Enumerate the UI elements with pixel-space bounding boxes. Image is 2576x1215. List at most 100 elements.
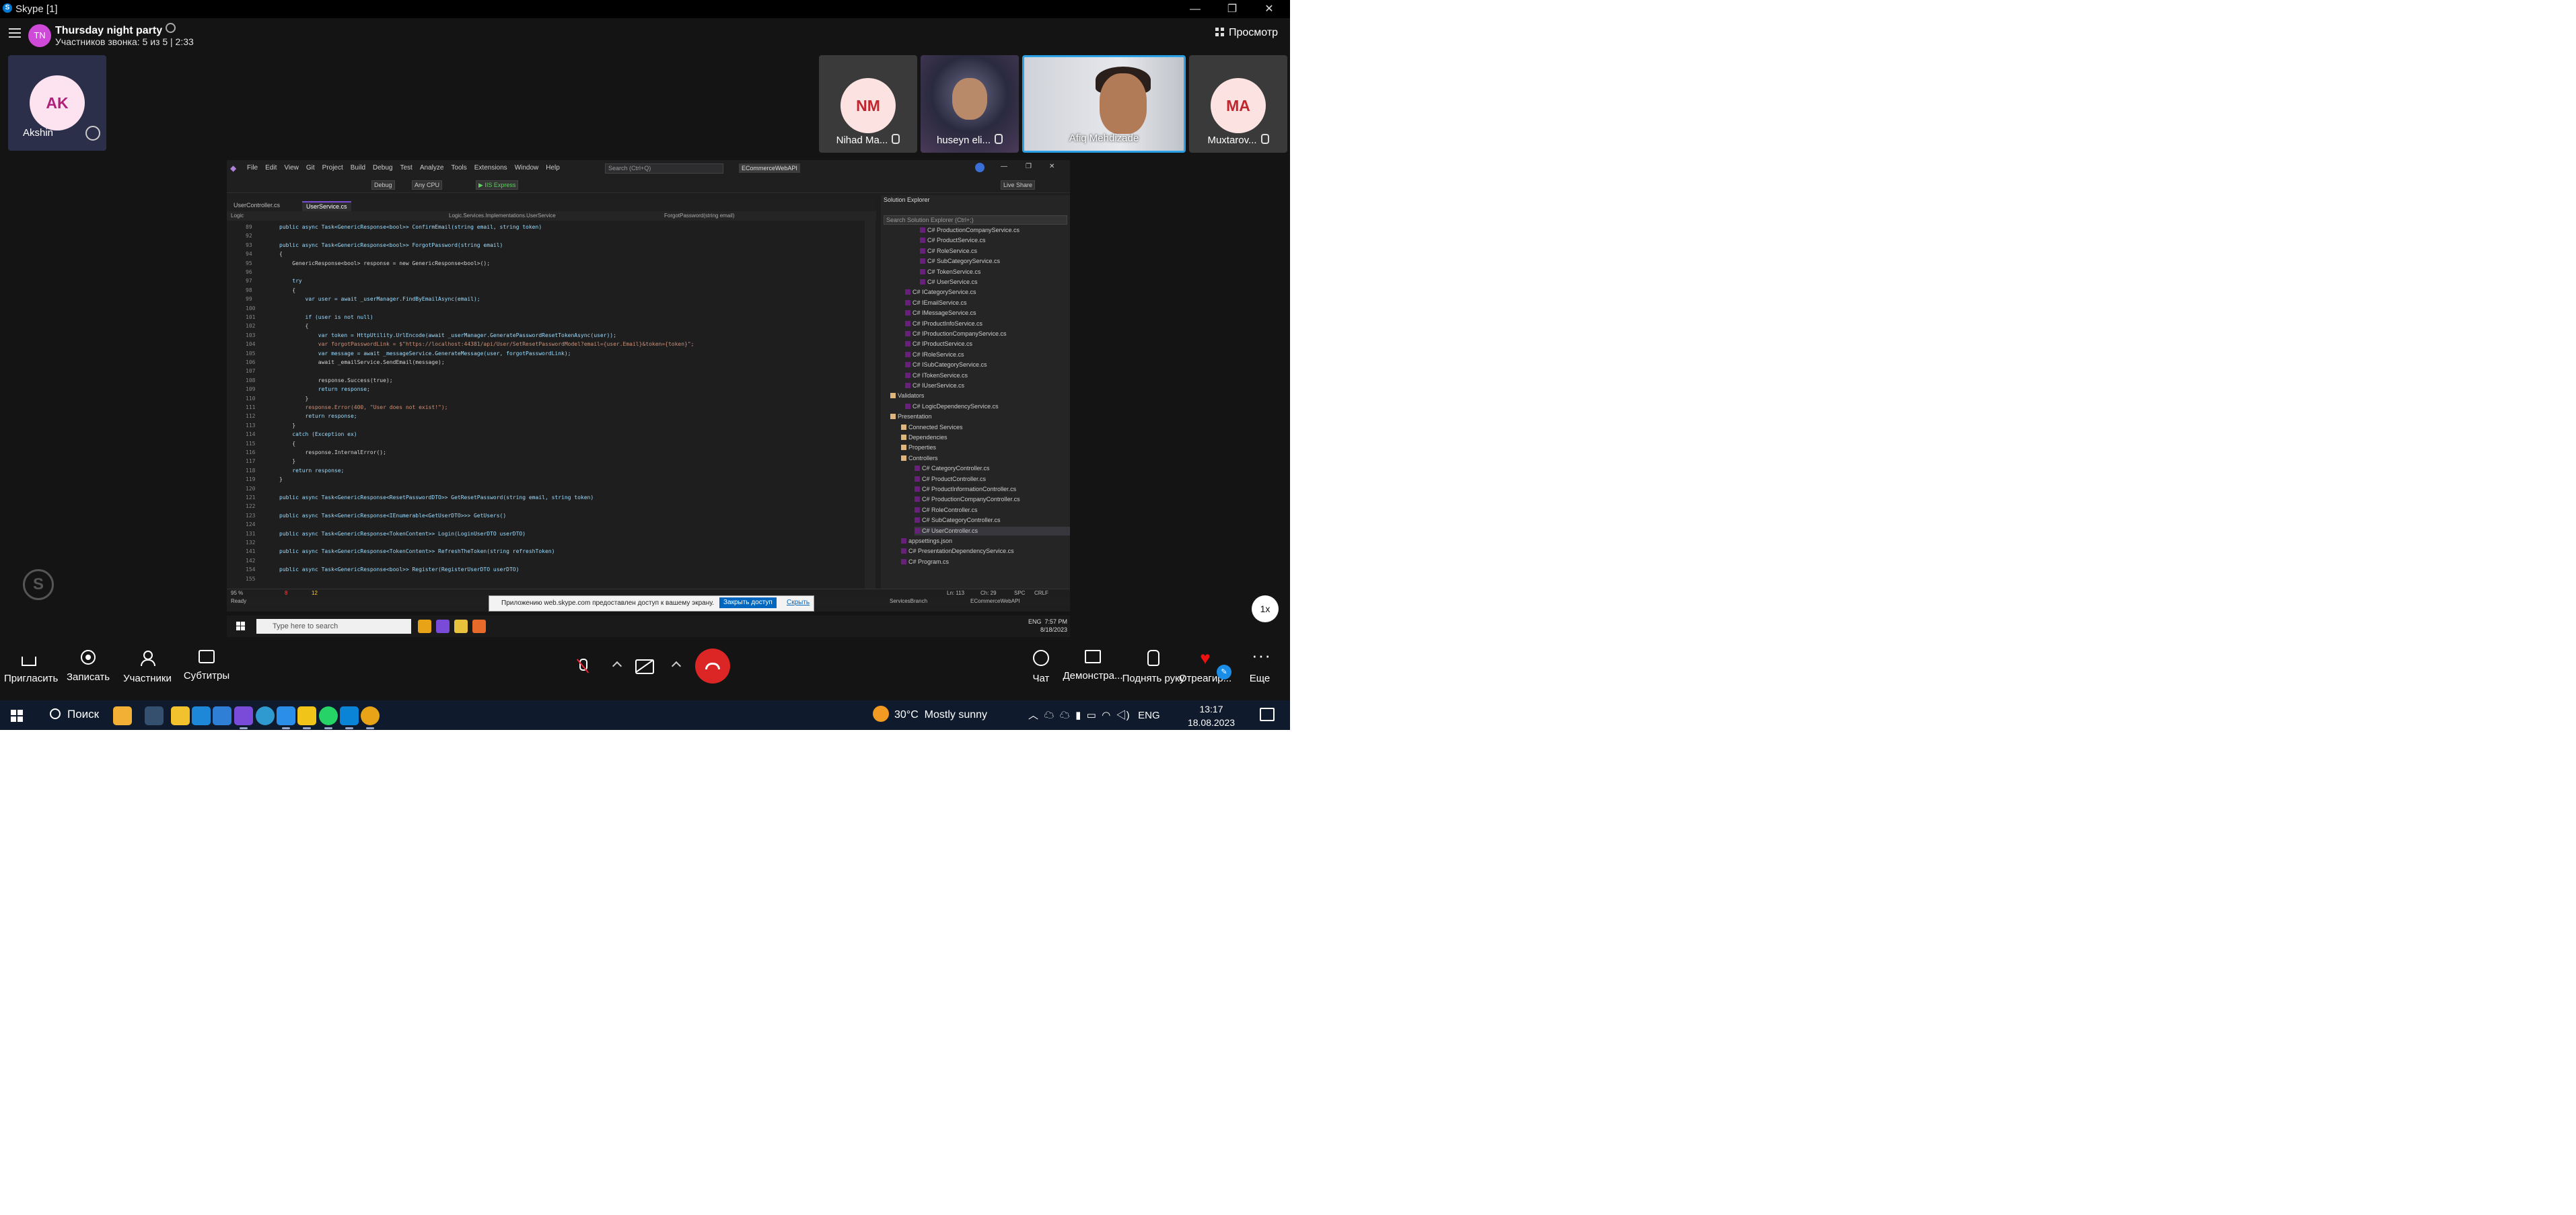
code-line[interactable]: var user = await _userManager.FindByEmai… [279,295,480,303]
solution-tree-item[interactable]: Connected Services [901,423,1070,432]
code-line[interactable]: } [279,422,295,430]
solution-tree-item[interactable]: C# LogicDependencyService.cs [905,402,1070,411]
solution-tree-item[interactable]: C# IMessageService.cs [905,309,1070,318]
settings-icon[interactable] [166,23,176,33]
taskbar-clock[interactable]: 13:17 18.08.2023 [1187,702,1236,729]
code-line[interactable]: public async Task<GenericResponse<IEnume… [279,512,506,520]
mail-icon[interactable] [213,706,231,725]
edge-icon[interactable] [256,706,275,725]
solution-tree-item[interactable]: C# PresentationDependencyService.cs [901,547,1070,556]
network-icon[interactable]: ◠ [1102,710,1110,721]
vs-menu-item[interactable]: Test [400,164,412,172]
solution-tree-item[interactable]: Validators [890,392,1070,400]
solution-tree-item[interactable]: Properties [901,443,1070,452]
taskbar-search[interactable]: Поиск [50,708,99,721]
nav-class[interactable]: Logic.Services.Implementations.UserServi… [449,213,556,219]
microsoft-store-icon[interactable] [192,706,211,725]
hide-link[interactable]: Скрыть [787,599,810,606]
solution-tree-item[interactable]: Controllers [901,454,1070,463]
editor-scrollbar[interactable] [865,221,875,589]
nav-project[interactable]: Logic [231,213,244,219]
solution-tree-item[interactable]: C# ProductionCompanyController.cs [915,495,1070,504]
chrome-icon[interactable] [361,706,380,729]
solution-tree-item[interactable]: C# UserService.cs [920,278,1070,287]
vs-menu-item[interactable]: Build [351,164,365,172]
code-line[interactable]: try [279,277,301,285]
chevron-up-icon[interactable]: ︿ [1028,710,1038,721]
search-highlight-icon[interactable] [113,706,132,725]
vs-menu-item[interactable]: Help [546,164,560,172]
branch-indicator[interactable]: ServicesBranch [890,598,927,604]
tab-usercontroller[interactable]: UserController.cs [229,201,284,210]
mic-muted-icon[interactable] [573,656,593,676]
vs-menu-item[interactable]: Project [322,164,343,172]
zoom-level[interactable]: 95 % [231,590,243,596]
solution-tree-item[interactable]: C# ProductInformationController.cs [915,485,1070,494]
whatsapp-icon[interactable] [319,706,338,729]
vs-menu-item[interactable]: View [284,164,299,172]
stop-sharing-button[interactable]: Закрыть доступ [719,597,777,608]
code-line[interactable]: response.InternalError(); [279,449,386,457]
participant-tile-muxtarov[interactable]: MA Muxtarov... [1189,55,1287,153]
solution-tree-item[interactable]: C# SubCategoryService.cs [920,257,1070,266]
share-screen-button[interactable]: Демонстра... [1059,650,1126,682]
vs-menu-item[interactable]: Debug [373,164,392,172]
code-line[interactable]: { [279,440,295,448]
repo-indicator[interactable]: ECommerceWebAPI [970,598,1020,604]
code-line[interactable]: await _emailService.SendEmail(message); [279,359,445,367]
minimize-button[interactable]: — [1180,0,1211,18]
live-share-button[interactable]: Live Share [1001,180,1036,190]
solution-tree-item[interactable]: appsettings.json [901,537,1070,546]
solution-tree-item[interactable]: C# ProductionCompanyService.cs [920,226,1070,235]
vs-maximize-icon[interactable]: ❐ [1026,163,1032,170]
code-line[interactable]: public async Task<GenericResponse<TokenC… [279,530,526,538]
nav-member[interactable]: ForgotPassword(string email) [664,213,734,219]
code-line[interactable]: } [279,457,295,466]
solution-tree-item[interactable]: C# RoleService.cs [920,247,1070,256]
platform-dropdown[interactable]: Any CPU [412,180,443,190]
group-avatar[interactable]: TN [28,24,51,47]
code-line[interactable]: public async Task<GenericResponse<bool>>… [279,242,503,250]
code-line[interactable]: public async Task<GenericResponse<ResetP… [279,494,594,502]
participants-button[interactable]: Участники [122,650,172,684]
solution-tree-item[interactable]: C# Program.cs [901,558,1070,566]
code-line[interactable]: GenericResponse<bool> response = new Gen… [279,260,490,268]
vs-minimize-icon[interactable]: — [1001,163,1007,170]
warning-count[interactable]: 12 [312,590,318,596]
solution-tree-item[interactable]: Dependencies [901,433,1070,442]
config-dropdown[interactable]: Debug [371,180,395,190]
hang-up-button[interactable] [695,649,730,684]
code-line[interactable]: return response; [279,467,344,475]
solution-tree-item[interactable]: C# IProductService.cs [905,340,1070,348]
solution-tree-item[interactable]: C# ISubCategoryService.cs [905,361,1070,369]
weather-widget[interactable]: 30°C Mostly sunny [873,706,987,722]
more-button[interactable]: ··· Еще [1241,647,1279,684]
solution-tree-item[interactable]: C# IProductionCompanyService.cs [905,330,1070,338]
vs-menu-item[interactable]: Edit [265,164,277,172]
code-line[interactable]: public async Task<GenericResponse<bool>>… [279,566,519,574]
task-view-icon[interactable] [145,706,164,725]
chat-button[interactable]: Чат [1016,650,1066,684]
code-line[interactable]: public async Task<GenericResponse<bool>>… [279,223,542,231]
solution-tree-item[interactable]: Presentation [890,412,1070,421]
solution-tree-item[interactable]: C# RoleController.cs [915,506,1070,515]
code-line[interactable]: if (user is not null) [279,314,373,322]
chevron-up-icon[interactable] [671,661,682,671]
cloud-icon[interactable]: ☁ [1060,710,1070,721]
invite-button[interactable]: Пригласить [4,650,58,684]
solution-tree-item[interactable]: C# IEmailService.cs [905,299,1070,307]
vscode-icon[interactable] [277,706,295,729]
solution-search-input[interactable]: Search Solution Explorer (Ctrl+;) [884,215,1067,225]
solution-tree-item[interactable]: C# ProductService.cs [920,236,1070,245]
language-indicator[interactable]: ENG [1138,710,1160,721]
code-line[interactable]: return response; [279,412,357,420]
vs-search-input[interactable]: Search (Ctrl+Q) [605,163,723,174]
solution-tree-item[interactable]: C# ITokenService.cs [905,371,1070,380]
code-editor[interactable]: 89 92 93 94 95 96 97 98 99 100 101 102 103 104 105 106 1… [227,221,876,589]
solution-tree-item[interactable]: C# IRoleService.cs [905,351,1070,359]
code-content[interactable]: public async Task<GenericResponse<bool>>… [279,221,851,589]
volume-icon[interactable]: ◁) [1116,710,1130,721]
self-video-tile[interactable]: AK Akshin [8,55,106,151]
code-line[interactable]: var forgotPasswordLink = $"https://local… [279,340,694,348]
solution-tree-item[interactable]: C# ProductController.cs [915,475,1070,484]
